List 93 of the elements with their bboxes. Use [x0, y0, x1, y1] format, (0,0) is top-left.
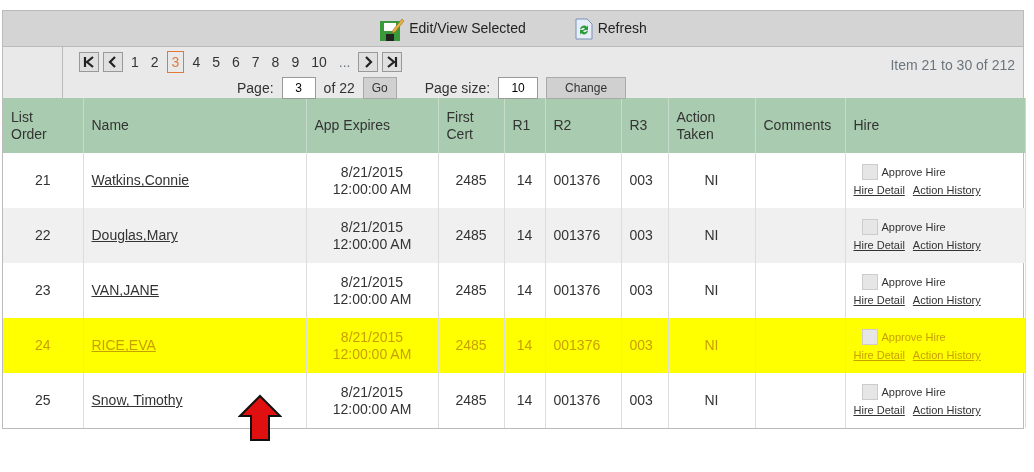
- checkbox-label: Approve Hire: [881, 275, 946, 289]
- table-cell: 14: [516, 227, 533, 244]
- column-header: R2: [553, 117, 572, 134]
- change-button[interactable]: Change: [546, 77, 627, 99]
- page-link[interactable]: 9: [287, 52, 304, 72]
- page-link[interactable]: 2: [146, 52, 163, 72]
- checkbox-label: Approve Hire: [881, 220, 946, 234]
- table-cell-text: 8/21/2015 12:00:00 AM: [331, 164, 413, 197]
- column-header: App Expires: [314, 117, 390, 134]
- table-cell: 001376: [553, 337, 601, 354]
- table-cell: NI: [704, 227, 719, 244]
- item-count: Item 21 to 30 of 212: [890, 56, 1016, 75]
- page-link[interactable]: 4: [188, 52, 205, 72]
- page-link[interactable]: 10: [307, 52, 331, 72]
- page-field[interactable]: 3: [281, 77, 316, 99]
- column-header: Hire: [853, 117, 880, 134]
- approve-checkbox[interactable]: [861, 274, 878, 291]
- column-header: List Order: [11, 108, 48, 143]
- table-cell: NI: [704, 172, 719, 189]
- hire-link[interactable]: Action History: [912, 294, 981, 307]
- table-cell: 003: [629, 282, 653, 299]
- column-header: Name: [91, 117, 129, 134]
- table-cell: 003: [629, 337, 653, 354]
- go-button[interactable]: Go: [362, 77, 397, 99]
- edit-view-button[interactable]: Edit/View Selected: [379, 15, 526, 42]
- table-cell: NI: [704, 392, 719, 409]
- table-cell: 001376: [553, 227, 601, 244]
- table-cell: 14: [516, 392, 533, 409]
- page-size-label: Page size:: [424, 78, 491, 98]
- page-link[interactable]: 7: [247, 52, 264, 72]
- table-cell-text: 8/21/2015 12:00:00 AM: [331, 274, 413, 307]
- page-link[interactable]: 6: [228, 52, 244, 72]
- refresh-icon: [573, 17, 594, 40]
- column-header: R3: [629, 117, 648, 134]
- page-size-field[interactable]: 10: [498, 77, 539, 99]
- column-header: R1: [512, 117, 531, 134]
- hire-link[interactable]: Action History: [912, 239, 981, 252]
- column-header: First Cert: [446, 108, 475, 143]
- table-cell: 2485: [455, 172, 487, 189]
- table-cell: 2485: [455, 337, 487, 354]
- table-cell: NI: [704, 337, 719, 354]
- page-link[interactable]: 1: [127, 52, 143, 72]
- refresh-button[interactable]: Refresh: [573, 17, 647, 40]
- table-cell: 14: [516, 337, 533, 354]
- approve-checkbox[interactable]: [861, 384, 878, 401]
- hire-link[interactable]: Hire Detail: [853, 294, 905, 307]
- table-cell-text: 8/21/2015 12:00:00 AM: [331, 219, 413, 252]
- first-page-icon[interactable]: [79, 52, 99, 72]
- approve-checkbox[interactable]: [861, 164, 878, 181]
- table-cell: 001376: [553, 172, 601, 189]
- table-cell: NI: [704, 282, 719, 299]
- table-cell: 21: [34, 172, 51, 189]
- table-cell: 25: [34, 392, 51, 409]
- table-cell: 2485: [455, 282, 487, 299]
- table-cell: 2485: [455, 392, 487, 409]
- table-cell: 23: [34, 282, 51, 299]
- column-header: Action Taken: [676, 108, 717, 143]
- page-link[interactable]: 8: [267, 52, 284, 72]
- checkbox-label: Approve Hire: [881, 330, 946, 344]
- ellipsis-link[interactable]: ...: [334, 52, 355, 72]
- column-header: Comments: [763, 117, 832, 134]
- checkbox-label: Approve Hire: [881, 385, 946, 399]
- table-cell: 14: [516, 282, 533, 299]
- table-cell-text: 8/21/2015 12:00:00 AM: [331, 384, 413, 417]
- checkbox-label: Approve Hire: [881, 165, 946, 179]
- table-cell: 003: [629, 172, 653, 189]
- approve-checkbox[interactable]: [861, 219, 878, 236]
- name-link[interactable]: VAN,JANE: [91, 282, 159, 299]
- name-link[interactable]: Snow, Timothy: [91, 392, 183, 409]
- table-cell: 22: [34, 227, 51, 244]
- hire-link[interactable]: Hire Detail: [853, 404, 905, 417]
- hire-link[interactable]: Hire Detail: [853, 239, 905, 252]
- page-count: of 22: [323, 78, 355, 98]
- hire-link[interactable]: Action History: [912, 184, 981, 197]
- page-link[interactable]: 5: [208, 52, 224, 72]
- next-page-icon[interactable]: [358, 52, 379, 72]
- table-cell: 001376: [553, 282, 601, 299]
- last-page-icon[interactable]: [382, 52, 403, 72]
- name-link[interactable]: Watkins,Connie: [91, 172, 190, 189]
- name-link[interactable]: Douglas,Mary: [91, 227, 178, 244]
- table-cell: 003: [629, 392, 653, 409]
- previous-page-icon[interactable]: [103, 52, 123, 72]
- table-cell: 003: [629, 227, 653, 244]
- approve-checkbox[interactable]: [861, 329, 878, 346]
- table-cell: 2485: [455, 227, 487, 244]
- table-cell: 24: [34, 337, 51, 354]
- table-cell-text: 8/21/2015 12:00:00 AM: [331, 329, 413, 362]
- table-cell: 14: [516, 172, 533, 189]
- page-label: Page:: [237, 78, 274, 98]
- up-arrow-icon: [238, 394, 282, 442]
- hire-link[interactable]: Hire Detail: [853, 184, 905, 197]
- hire-link[interactable]: Action History: [912, 404, 981, 417]
- table-cell: 001376: [553, 392, 601, 409]
